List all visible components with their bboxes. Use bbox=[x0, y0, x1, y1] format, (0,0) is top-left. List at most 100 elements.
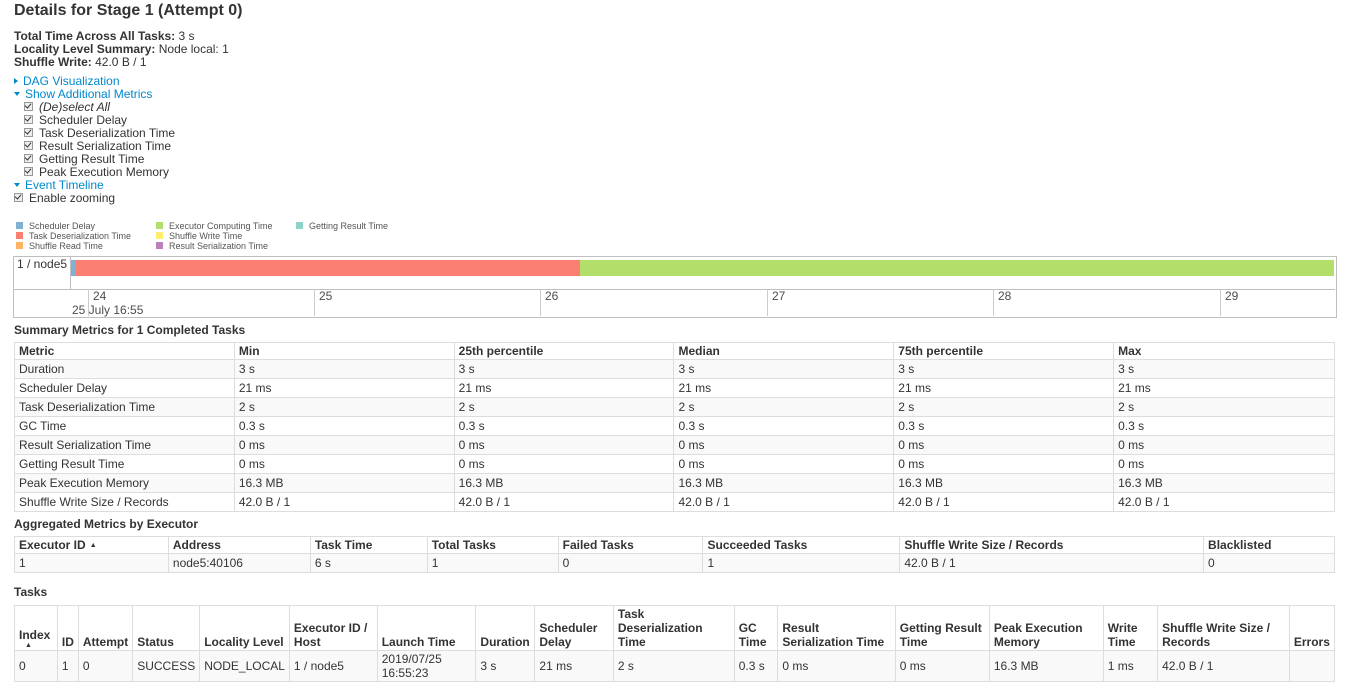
collapse-arrow-icon bbox=[14, 92, 20, 96]
column-header[interactable]: Index ▲ bbox=[14, 605, 58, 651]
table-cell: 16.3 MB bbox=[233, 473, 455, 493]
table-cell: Peak Execution Memory bbox=[14, 473, 235, 493]
column-header[interactable]: Succeeded Tasks bbox=[702, 536, 900, 554]
column-header-label: Min bbox=[238, 344, 260, 358]
legend-label: Executor Computing Time bbox=[169, 221, 273, 231]
column-header-label: Succeeded Tasks bbox=[707, 538, 808, 552]
column-header[interactable]: Launch Time bbox=[376, 605, 476, 651]
task-deserialization-bar[interactable] bbox=[76, 260, 580, 276]
table-row: Shuffle Write Size / Records 42.0 B / 1 42… bbox=[14, 492, 1335, 512]
timeline-tick-label: 24 bbox=[93, 289, 107, 303]
table-cell: 3 s bbox=[673, 359, 894, 379]
table-cell: 3 s bbox=[453, 359, 674, 379]
column-header-label: Scheduler Delay bbox=[539, 621, 598, 649]
column-header[interactable]: Max bbox=[1113, 342, 1335, 360]
checkbox[interactable] bbox=[24, 167, 33, 176]
column-header[interactable]: Failed Tasks bbox=[557, 536, 703, 554]
column-header[interactable]: Total Tasks bbox=[426, 536, 559, 554]
table-cell: 1 / node5 bbox=[288, 650, 378, 682]
table-cell: 2 s bbox=[612, 650, 735, 682]
column-header[interactable]: Executor ID ▲ bbox=[14, 536, 169, 554]
column-header[interactable]: Status bbox=[132, 605, 200, 651]
legend-label: Task Deserialization Time bbox=[29, 231, 132, 241]
column-header-label: Write Time bbox=[1107, 621, 1138, 649]
executor-computing-bar[interactable] bbox=[580, 260, 1334, 276]
column-header[interactable]: Shuffle Write Size / Records bbox=[899, 536, 1204, 554]
column-header-label: Total Tasks bbox=[431, 538, 496, 552]
checkbox[interactable] bbox=[24, 102, 33, 111]
table-cell: 42.0 B / 1 bbox=[1113, 492, 1335, 512]
executor-metrics-table: Executor ID ▲ Address Task Time Total Tasks F… bbox=[14, 536, 1335, 573]
column-header[interactable]: Errors bbox=[1288, 605, 1335, 651]
column-header-label: Shuffle Write Size / Records bbox=[1162, 621, 1270, 649]
column-header[interactable]: Task Time bbox=[309, 536, 428, 554]
table-cell: 42.0 B / 1 bbox=[899, 553, 1204, 573]
column-header[interactable]: Duration bbox=[475, 605, 535, 651]
column-header[interactable]: Task Deserialization Time bbox=[612, 605, 735, 651]
column-header-label: Task Deserialization Time bbox=[617, 607, 703, 649]
column-header-label: GC Time bbox=[738, 621, 767, 649]
zoom-checkbox[interactable] bbox=[14, 193, 23, 202]
column-header[interactable]: Median bbox=[673, 342, 894, 360]
column-header-label: Median bbox=[678, 344, 720, 358]
column-header-label: Address bbox=[172, 538, 221, 552]
column-header[interactable]: Shuffle Write Size / Records bbox=[1157, 605, 1290, 651]
table-cell: 2 s bbox=[233, 397, 455, 417]
legend-item: Shuffle Write Time bbox=[156, 231, 273, 241]
column-header-label: Attempt bbox=[82, 635, 129, 649]
table-cell: 2 s bbox=[673, 397, 894, 417]
summary-shuffle-write: Shuffle Write: 42.0 B / 1 bbox=[14, 55, 147, 69]
column-header[interactable]: Write Time bbox=[1102, 605, 1158, 651]
timeline-tick: 29 bbox=[1220, 289, 1238, 316]
table-cell: 16.3 MB bbox=[673, 473, 894, 493]
table-cell: 1 ms bbox=[1102, 650, 1158, 682]
column-header-label: Duration bbox=[480, 635, 530, 649]
table-cell: 0 ms bbox=[453, 454, 674, 474]
column-header[interactable]: GC Time bbox=[733, 605, 778, 651]
page-title: Details for Stage 1 (Attempt 0) bbox=[14, 2, 243, 19]
column-header[interactable]: Locality Level bbox=[199, 605, 290, 651]
column-header[interactable]: Address bbox=[167, 536, 311, 554]
table-cell: SUCCESS bbox=[132, 650, 200, 682]
column-header-label: 25th percentile bbox=[458, 344, 544, 358]
metric-option-label: (De)select All bbox=[39, 100, 110, 114]
checkbox[interactable] bbox=[24, 128, 33, 137]
column-header-label: Getting Result Time bbox=[899, 621, 982, 649]
checkbox[interactable] bbox=[24, 141, 33, 150]
table-cell: 21 ms bbox=[1113, 378, 1335, 398]
table-cell: 42.0 B / 1 bbox=[1157, 650, 1290, 682]
column-header-label: Max bbox=[1118, 344, 1142, 358]
table-cell bbox=[1288, 650, 1335, 682]
enable-zooming-option[interactable]: Enable zooming bbox=[14, 192, 175, 205]
column-header[interactable]: Executor ID / Host bbox=[288, 605, 378, 651]
table-row: 0 1 0 SUCCESS NODE_LOCAL 1 / node5 2019/07/25 … bbox=[14, 650, 1335, 682]
table-cell: 1 bbox=[702, 553, 900, 573]
checkbox[interactable] bbox=[24, 154, 33, 163]
column-header[interactable]: Getting Result Time bbox=[894, 605, 990, 651]
legend-swatch bbox=[16, 242, 23, 249]
table-cell: 0 ms bbox=[893, 435, 1114, 455]
column-header[interactable]: Metric bbox=[14, 342, 235, 360]
table-cell: 2 s bbox=[453, 397, 674, 417]
column-header[interactable]: Min bbox=[233, 342, 455, 360]
column-header[interactable]: Result Serialization Time bbox=[777, 605, 896, 651]
legend-swatch bbox=[156, 222, 163, 229]
column-header-label: Status bbox=[137, 635, 174, 649]
column-header[interactable]: Scheduler Delay bbox=[534, 605, 614, 651]
tasks-heading: Tasks bbox=[14, 585, 48, 599]
timeline-tick: 28 bbox=[993, 289, 1011, 316]
checkbox[interactable] bbox=[24, 115, 33, 124]
column-header[interactable]: Attempt bbox=[77, 605, 133, 651]
column-header-label: Task Time bbox=[314, 538, 373, 552]
timeline-tick-label: 27 bbox=[772, 289, 786, 303]
column-header[interactable]: 25th percentile bbox=[453, 342, 674, 360]
column-header[interactable]: Blacklisted bbox=[1203, 536, 1335, 554]
legend-swatch bbox=[156, 232, 163, 239]
column-header[interactable]: Peak Execution Memory bbox=[988, 605, 1104, 651]
expand-arrow-icon bbox=[14, 78, 18, 84]
table-row: Task Deserialization Time 2 s2 s2 s2 s2 s bbox=[14, 397, 1335, 417]
column-header[interactable]: ID bbox=[56, 605, 79, 651]
column-header[interactable]: 75th percentile bbox=[893, 342, 1114, 360]
table-cell: 0 ms bbox=[893, 454, 1114, 474]
timeline-tick: 26 bbox=[540, 289, 558, 316]
